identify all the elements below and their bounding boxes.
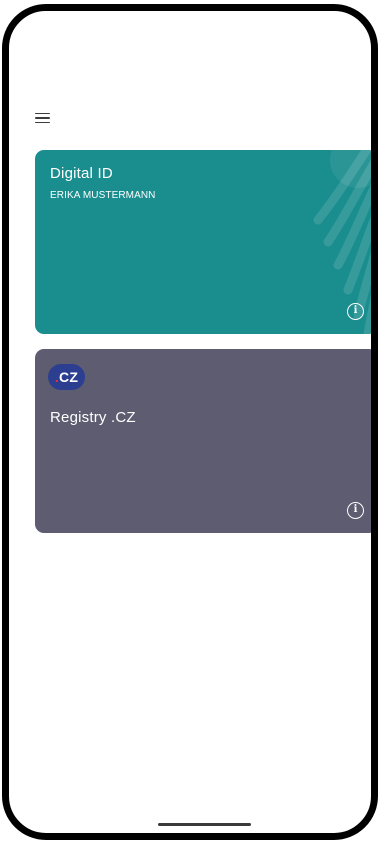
cz-logo: .CZ [48, 364, 85, 390]
hamburger-menu-icon[interactable] [35, 106, 59, 130]
digital-id-card[interactable]: Digital ID ERIKA MUSTERMANN i [35, 150, 371, 334]
cz-logo-text: CZ [59, 369, 79, 385]
info-icon[interactable]: i [347, 502, 364, 519]
menu-line [35, 117, 50, 119]
info-icon[interactable]: i [347, 303, 364, 320]
menu-line [35, 112, 50, 115]
registry-cz-card[interactable]: .CZ Registry .CZ i [35, 349, 371, 533]
card-title: Registry .CZ [50, 409, 136, 426]
card-holder-name: ERIKA MUSTERMANN [50, 190, 156, 201]
phone-frame: Digital ID ERIKA MUSTERMANN i .CZ Regist… [2, 4, 378, 840]
card-title: Digital ID [50, 165, 113, 182]
home-indicator[interactable] [158, 823, 251, 826]
menu-line [35, 121, 50, 124]
